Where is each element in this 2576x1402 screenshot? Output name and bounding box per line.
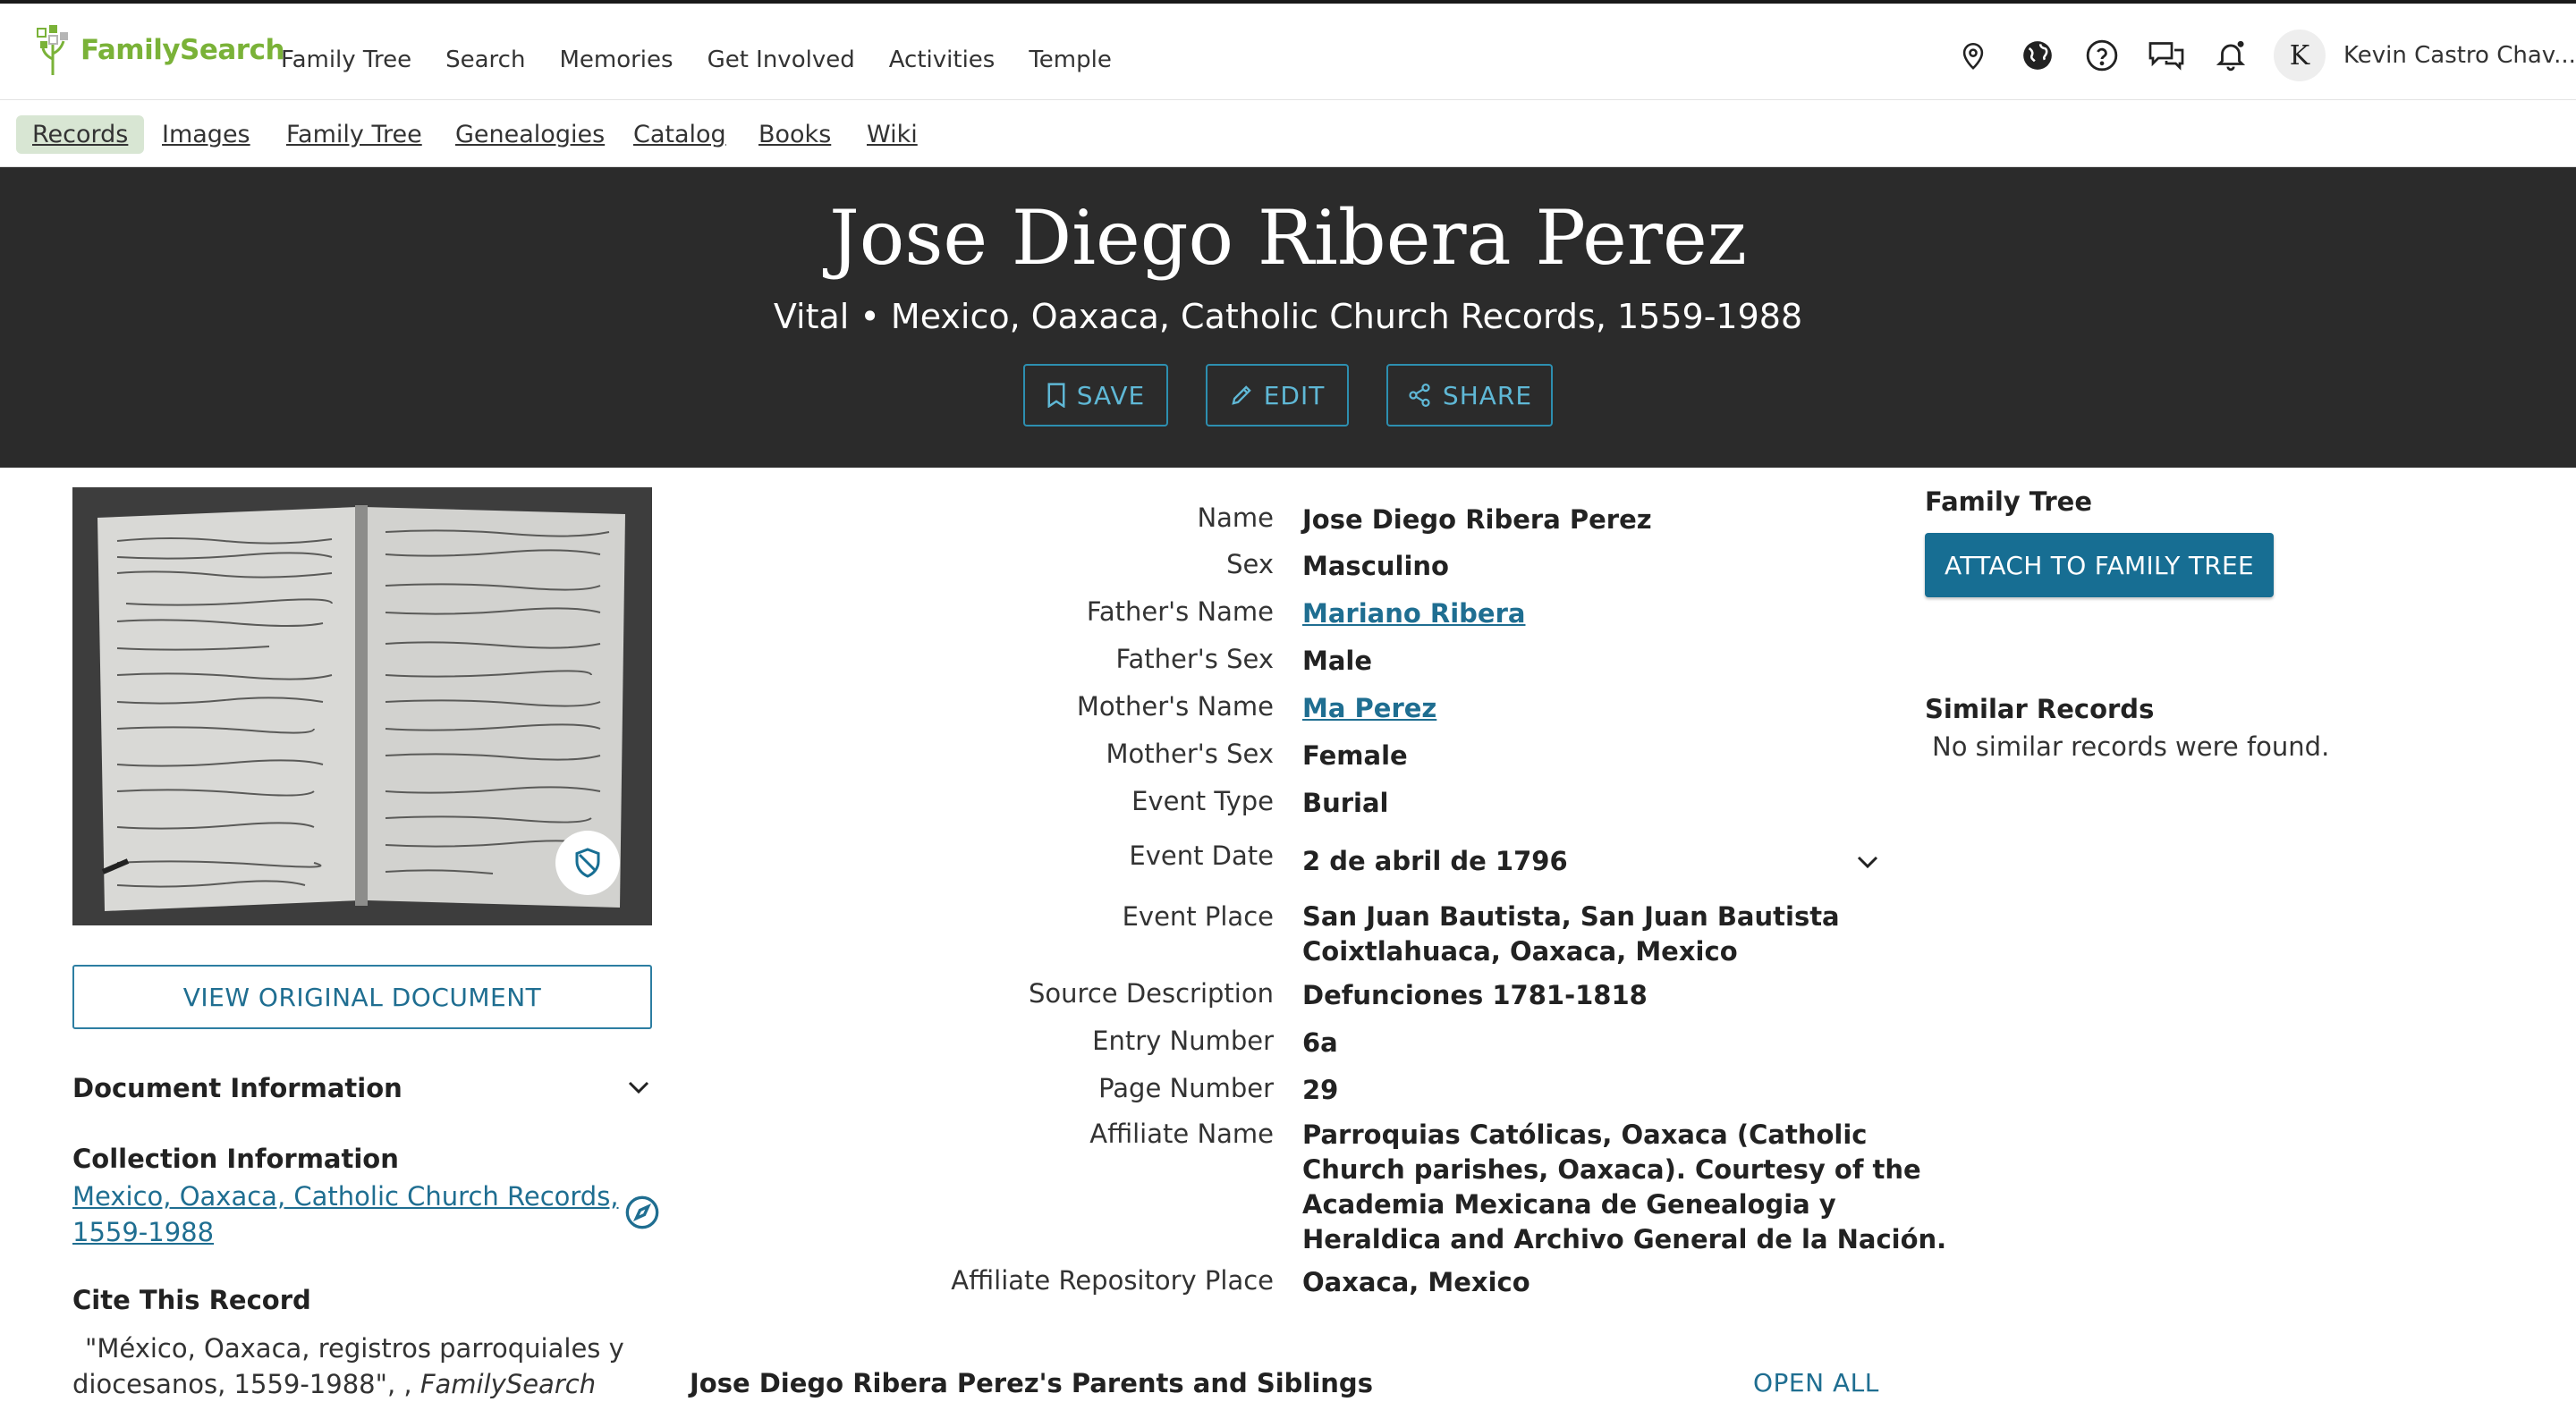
no-similar-records-text: No similar records were found. (1932, 731, 2330, 762)
subnav-catalog[interactable]: Catalog (617, 115, 742, 154)
logo-text: FamilySearch (80, 34, 285, 66)
citation-line2: diocesanos, 1559-1988", , FamilySearch (72, 1366, 624, 1402)
field-label-source-description: Source Description (1029, 978, 1274, 1009)
save-label: SAVE (1076, 380, 1146, 410)
avatar[interactable]: K (2274, 30, 2326, 81)
view-original-document-button[interactable]: VIEW ORIGINAL DOCUMENT (72, 965, 652, 1029)
field-value-name: Jose Diego Ribera Perez (1302, 504, 1652, 535)
citation-line2-text: diocesanos, 1559-1988", , (72, 1369, 420, 1399)
collection-link-line2: 1559-1988 (72, 1217, 215, 1247)
subnav-images[interactable]: Images (146, 115, 267, 154)
similar-records-heading: Similar Records (1925, 694, 2155, 724)
nav-activities[interactable]: Activities (889, 46, 996, 73)
records-subnav: Records Images Family Tree Genealogies C… (0, 101, 2576, 167)
subnav-records[interactable]: Records (16, 115, 145, 154)
field-label-fathers-name: Father's Name (1086, 596, 1274, 627)
citation-text: "México, Oaxaca, registros parroquiales … (72, 1330, 624, 1402)
share-button[interactable]: SHARE (1386, 364, 1553, 427)
nav-temple[interactable]: Temple (1029, 46, 1112, 73)
field-label-event-place: Event Place (1122, 901, 1274, 932)
affiliate-name-line2: Church parishes, Oaxaca). Courtesy of th… (1302, 1154, 1921, 1185)
field-label-event-type: Event Type (1131, 786, 1274, 816)
affiliate-name-line1: Parroquias Católicas, Oaxaca (Catholic (1302, 1119, 1868, 1150)
field-label-fathers-sex: Father's Sex (1115, 644, 1274, 674)
bookmark-icon (1047, 383, 1065, 408)
edit-label: EDIT (1263, 380, 1326, 410)
field-label-entry-number: Entry Number (1092, 1026, 1274, 1056)
field-value-fathers-sex: Male (1302, 646, 1373, 676)
citation-line1: "México, Oaxaca, registros parroquiales … (85, 1333, 624, 1364)
field-value-event-type: Burial (1302, 788, 1389, 818)
tree-logo-icon (37, 25, 68, 75)
pencil-icon (1231, 385, 1251, 405)
open-all-button[interactable]: OPEN ALL (1753, 1368, 1879, 1398)
field-label-affiliate-name: Affiliate Name (1089, 1119, 1274, 1149)
nav-family-tree[interactable]: Family Tree (281, 46, 411, 73)
record-hero: Jose Diego Ribera Perez Vital • Mexico, … (0, 167, 2576, 468)
subnav-wiki[interactable]: Wiki (851, 115, 934, 154)
main-nav: Family Tree Search Memories Get Involved… (281, 46, 1146, 73)
field-value-sex: Masculino (1302, 551, 1449, 581)
nav-get-involved[interactable]: Get Involved (708, 46, 855, 73)
location-pin-icon[interactable] (1948, 30, 1998, 80)
header-actions: K Kevin Castro Chav... (1934, 29, 2576, 82)
collection-information-heading: Collection Information (72, 1144, 399, 1174)
top-bar: FamilySearch Family Tree Search Memories… (0, 0, 2576, 100)
compass-icon[interactable] (624, 1195, 660, 1230)
field-value-event-date: 2 de abril de 1796 (1302, 846, 1568, 876)
record-subtitle: Vital • Mexico, Oaxaca, Catholic Church … (773, 297, 1803, 336)
user-name[interactable]: Kevin Castro Chav... (2343, 42, 2576, 69)
field-value-mothers-sex: Female (1302, 740, 1408, 771)
familysearch-logo[interactable]: FamilySearch (36, 20, 285, 80)
event-place-line2: Coixtlahuaca, Oaxaca, Mexico (1302, 936, 1738, 967)
page-title: Jose Diego Ribera Perez (829, 194, 1747, 282)
field-label-sex: Sex (1226, 549, 1274, 579)
citation-source: FamilySearch (419, 1369, 597, 1399)
collection-link-line1: Mexico, Oaxaca, Catholic Church Records, (72, 1181, 619, 1212)
share-icon (1409, 383, 1430, 408)
subnav-genealogies[interactable]: Genealogies (439, 115, 621, 154)
share-label: SHARE (1442, 380, 1533, 410)
subnav-family-tree[interactable]: Family Tree (270, 115, 438, 154)
nav-memories[interactable]: Memories (559, 46, 673, 73)
save-button[interactable]: SAVE (1023, 364, 1168, 427)
affiliate-name-line4: Heraldica and Archivo General de la Naci… (1302, 1224, 1947, 1254)
shield-icon[interactable] (555, 831, 620, 895)
attach-to-family-tree-button[interactable]: ATTACH TO FAMILY TREE (1925, 533, 2274, 597)
affiliate-name-line3: Academia Mexicana de Genealogia y (1302, 1189, 1836, 1220)
field-value-affiliate-name: Parroquias Católicas, Oaxaca (Catholic C… (1302, 1118, 1946, 1257)
field-value-source-description: Defunciones 1781-1818 (1302, 980, 1648, 1010)
field-value-affiliate-repository-place: Oaxaca, Mexico (1302, 1267, 1530, 1297)
nav-search[interactable]: Search (445, 46, 525, 73)
field-value-event-place: San Juan Bautista, San Juan Bautista Coi… (1302, 899, 1840, 969)
field-label-page-number: Page Number (1098, 1073, 1274, 1103)
field-label-mothers-name: Mother's Name (1076, 691, 1274, 722)
family-tree-heading: Family Tree (1925, 486, 2093, 517)
event-date-expand-chevron-icon[interactable] (1855, 853, 1880, 871)
field-value-entry-number: 6a (1302, 1027, 1338, 1058)
help-icon[interactable] (2077, 30, 2127, 80)
event-place-line1: San Juan Bautista, San Juan Bautista (1302, 901, 1840, 932)
parents-siblings-heading: Jose Diego Ribera Perez's Parents and Si… (690, 1368, 1373, 1398)
field-value-mothers-name-link[interactable]: Ma Perez (1302, 691, 1436, 726)
field-label-event-date: Event Date (1129, 840, 1274, 871)
chevron-down-icon[interactable] (626, 1078, 651, 1096)
document-information-heading[interactable]: Document Information (72, 1073, 402, 1103)
field-label-name: Name (1197, 503, 1274, 533)
document-thumbnail[interactable] (72, 487, 652, 925)
collection-link[interactable]: Mexico, Oaxaca, Catholic Church Records,… (72, 1178, 619, 1250)
edit-button[interactable]: EDIT (1206, 364, 1349, 427)
notifications-bell-icon[interactable] (2206, 30, 2256, 80)
cite-this-record-heading: Cite This Record (72, 1285, 311, 1315)
field-value-fathers-name-link[interactable]: Mariano Ribera (1302, 596, 1525, 631)
field-label-mothers-sex: Mother's Sex (1106, 739, 1274, 769)
field-value-page-number: 29 (1302, 1075, 1339, 1105)
chat-icon[interactable] (2141, 30, 2191, 80)
subnav-books[interactable]: Books (742, 115, 847, 154)
field-label-affiliate-repository-place: Affiliate Repository Place (951, 1265, 1274, 1296)
globe-icon[interactable] (2012, 30, 2063, 80)
